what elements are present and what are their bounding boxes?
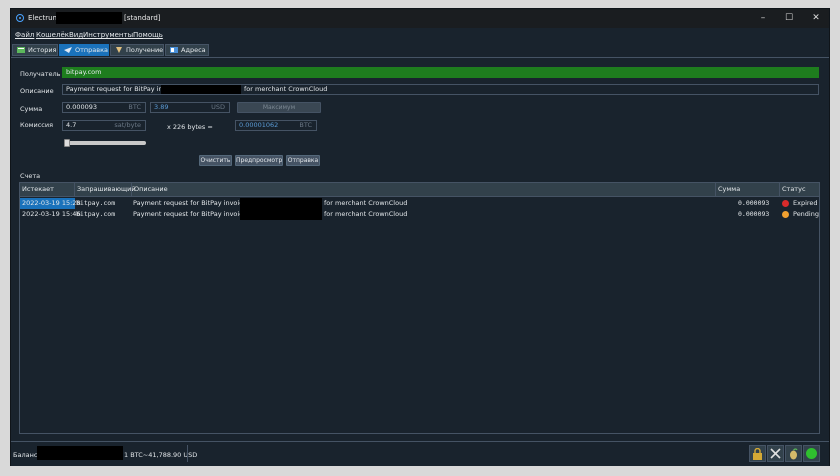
description-label: Описание [20, 87, 54, 95]
redacted-invoice-id [161, 85, 241, 94]
balance-label: Баланс: [13, 451, 40, 459]
amount-fiat-input[interactable]: 3.89 USD [150, 102, 230, 113]
addresses-icon [170, 47, 178, 53]
row-amount: 0.000093 [738, 210, 770, 218]
clear-button[interactable]: Очистить [199, 155, 232, 166]
amount-btc-input[interactable]: 0.000093 BTC [62, 102, 146, 113]
preview-button[interactable]: Предпросмотр [235, 155, 283, 166]
fee-rate-input[interactable]: 4.7 sat/byte [62, 120, 146, 131]
electrum-logo-icon [16, 14, 24, 22]
invoices-label: Счета [20, 172, 41, 180]
tools-icon [770, 448, 781, 459]
redacted-invoice-id [240, 209, 322, 220]
send-button[interactable]: Отправка [286, 155, 320, 166]
col-expires[interactable]: Истекает [20, 183, 75, 196]
tab-addresses[interactable]: Адреса [165, 44, 209, 56]
expired-status-icon [782, 200, 789, 207]
redacted-invoice-id [240, 198, 322, 209]
col-amount[interactable]: Сумма [716, 183, 780, 196]
network-button[interactable] [803, 445, 820, 462]
send-arrow-icon [64, 47, 72, 53]
row-description-prefix: Payment request for BitPay invoice [133, 199, 247, 207]
lock-icon [753, 447, 762, 460]
fee-total-unit: BTC [299, 121, 312, 129]
fee-rate-unit: sat/byte [114, 121, 141, 129]
tab-history[interactable]: История [12, 44, 58, 56]
close-button[interactable]: ✕ [803, 11, 829, 26]
row-status: Expired [793, 199, 818, 207]
receive-icon [116, 47, 122, 53]
fee-total-input[interactable]: 0.00001062 BTC [235, 120, 317, 131]
menu-help[interactable]: Помощь [133, 31, 163, 39]
title-bar[interactable]: Electrum [standard] – ☐ ✕ [11, 9, 829, 28]
max-button[interactable]: Максимум [237, 102, 321, 113]
pending-status-icon [782, 211, 789, 218]
tab-bar: История Отправка Получение Адреса [11, 43, 829, 57]
minimize-button[interactable]: – [750, 11, 776, 26]
payto-input[interactable]: bitpay.com [62, 67, 819, 78]
fee-slider-handle[interactable] [64, 139, 70, 147]
table-row[interactable]: 2022-03-19 15:28 bitpay.com Payment requ… [20, 198, 819, 209]
menu-wallet[interactable]: Кошелёк [36, 31, 69, 39]
history-icon [17, 47, 25, 53]
row-requestor: bitpay.com [76, 210, 116, 218]
row-amount: 0.000093 [738, 199, 770, 207]
fee-size: x 226 bytes = [167, 123, 213, 131]
payto-label: Получатель [20, 70, 61, 78]
app-title: Electrum [28, 14, 60, 22]
col-requestor[interactable]: Запрашивающий [75, 183, 136, 196]
row-requestor: bitpay.com [76, 199, 116, 207]
btc-unit: BTC [128, 103, 141, 111]
description-suffix: for merchant CrownCloud [244, 85, 328, 93]
invoices-table-header: Истекает Запрашивающий Описание Сумма Ст… [20, 183, 819, 197]
row-description-suffix: for merchant CrownCloud [324, 210, 408, 218]
fee-label: Комиссия [20, 121, 54, 129]
menu-file[interactable]: Файл [15, 31, 34, 39]
fee-slider-track[interactable] [66, 141, 146, 145]
network-status-icon [806, 448, 817, 459]
seed-icon [790, 448, 798, 460]
row-expires: 2022-03-19 15:28 [20, 198, 81, 209]
status-divider [187, 445, 188, 462]
maximize-button[interactable]: ☐ [776, 11, 802, 26]
tab-receive[interactable]: Получение [110, 44, 164, 56]
row-status: Pending [793, 210, 819, 218]
send-panel: Получатель bitpay.com Описание Payment r… [11, 57, 829, 448]
description-input[interactable]: Payment request for BitPay invoice for m… [62, 84, 819, 95]
menu-bar: Файл Кошелёк Вид Инструменты Помощь [11, 28, 829, 41]
row-description-prefix: Payment request for BitPay invoice [133, 210, 247, 218]
amount-label: Сумма [20, 105, 43, 113]
row-description-suffix: for merchant CrownCloud [324, 199, 408, 207]
menu-view[interactable]: Вид [69, 31, 83, 39]
seed-button[interactable] [785, 445, 802, 462]
menu-tools[interactable]: Инструменты [83, 31, 133, 39]
status-bar: Баланс: 1 BTC~41,788.90 USD [11, 441, 829, 466]
col-status[interactable]: Статус [780, 183, 820, 196]
row-expires: 2022-03-19 15:46 [22, 210, 81, 218]
table-row[interactable]: 2022-03-19 15:46 bitpay.com Payment requ… [20, 209, 819, 220]
redacted-balance [37, 446, 123, 460]
tab-send[interactable]: Отправка [59, 44, 109, 56]
lock-button[interactable] [749, 445, 766, 462]
invoices-table: Истекает Запрашивающий Описание Сумма Ст… [19, 182, 820, 434]
usd-unit: USD [211, 103, 225, 111]
wallet-mode: [standard] [124, 14, 161, 22]
electrum-window: Electrum [standard] – ☐ ✕ Файл Кошелёк В… [10, 8, 830, 466]
redacted-wallet-name [56, 12, 122, 24]
col-description[interactable]: Описание [132, 183, 716, 196]
preferences-button[interactable] [767, 445, 784, 462]
